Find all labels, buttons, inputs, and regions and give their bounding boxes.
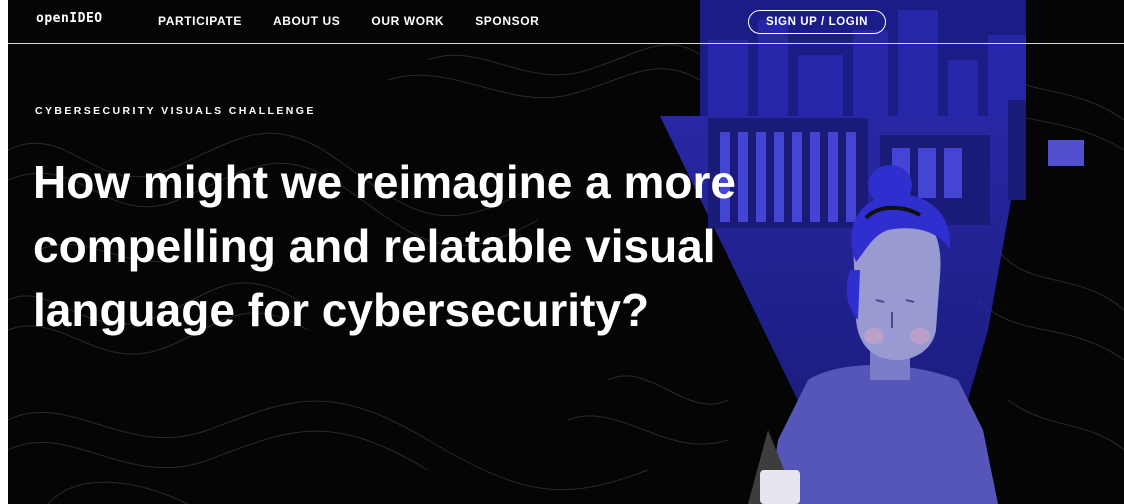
nav-link-sponsor[interactable]: SPONSOR	[475, 14, 539, 28]
hero-section: openIDEO PARTICIPATE ABOUT US OUR WORK S…	[8, 0, 1124, 504]
openideo-logo[interactable]: openIDEO	[36, 11, 103, 26]
nav-links: PARTICIPATE ABOUT US OUR WORK SPONSOR	[158, 14, 570, 28]
nav-link-participate[interactable]: PARTICIPATE	[158, 14, 242, 28]
nav-link-our-work[interactable]: OUR WORK	[371, 14, 444, 28]
top-nav: openIDEO PARTICIPATE ABOUT US OUR WORK S…	[8, 0, 1124, 44]
challenge-eyebrow: CYBERSECURITY VISUALS CHALLENGE	[35, 105, 316, 117]
nav-link-about-us[interactable]: ABOUT US	[273, 14, 340, 28]
hero-headline: How might we reimagine a more compelling…	[33, 156, 736, 336]
signup-login-button[interactable]: SIGN UP / LOGIN	[748, 10, 886, 34]
